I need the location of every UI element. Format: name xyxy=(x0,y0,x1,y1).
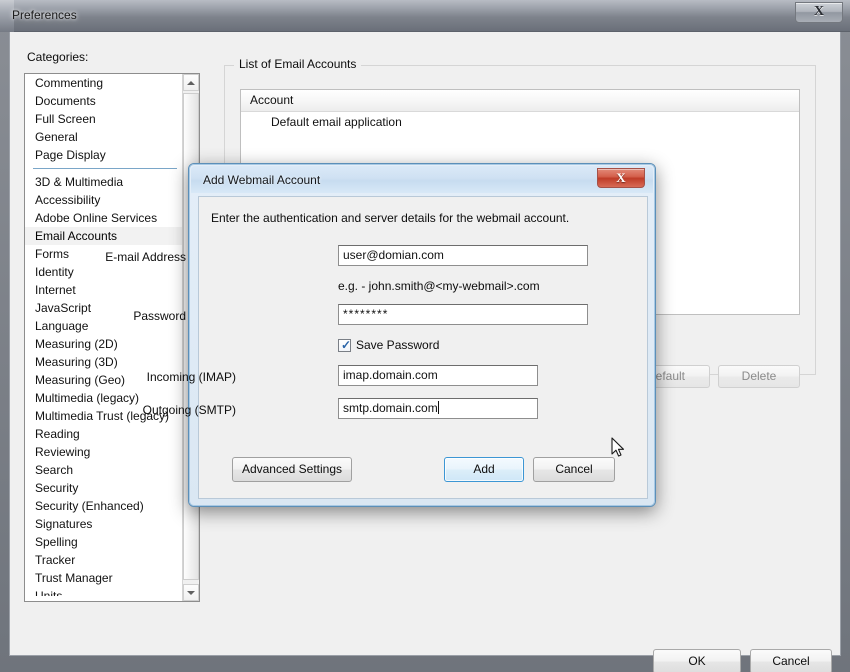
close-icon: X xyxy=(616,170,626,185)
save-password-checkbox[interactable]: ✓ xyxy=(338,338,352,352)
column-header-account: Account xyxy=(250,93,294,107)
outgoing-smtp-label: Outgoing (SMTP) xyxy=(142,403,236,417)
delete-account-button[interactable]: Delete xyxy=(718,365,800,388)
category-item[interactable]: Signatures xyxy=(25,515,183,533)
categories-listbox[interactable]: Commenting Documents Full Screen General… xyxy=(24,73,200,602)
category-item[interactable]: 3D & Multimedia xyxy=(25,173,183,191)
chevron-down-icon xyxy=(187,590,195,595)
close-icon: X xyxy=(813,4,825,19)
category-item[interactable]: Search xyxy=(25,461,183,479)
dialog-close-button[interactable]: X xyxy=(597,168,645,188)
email-format-hint: e.g. - john.smith@<my-webmail>.com xyxy=(338,279,540,293)
category-item[interactable]: Full Screen xyxy=(25,110,183,128)
categories-label: Categories: xyxy=(27,50,89,64)
advanced-settings-button[interactable]: Advanced Settings xyxy=(232,457,352,482)
table-row[interactable]: Default email application xyxy=(241,112,799,132)
dialog-cancel-button[interactable]: Cancel xyxy=(533,457,615,482)
window-title: Preferences xyxy=(12,8,77,22)
category-item[interactable]: Identity xyxy=(25,263,183,281)
category-item[interactable]: Trust Manager xyxy=(25,569,183,587)
email-address-label: E-mail Address xyxy=(105,250,186,264)
outgoing-smtp-value: smtp.domain.com xyxy=(343,401,438,415)
text-caret xyxy=(437,401,439,414)
category-item[interactable]: Measuring (2D) xyxy=(25,335,183,353)
category-item[interactable]: Security (Enhanced) xyxy=(25,497,183,515)
category-item[interactable]: Security xyxy=(25,479,183,497)
outgoing-smtp-field[interactable]: smtp.domain.com xyxy=(338,398,538,419)
window-close-button[interactable]: X xyxy=(795,2,843,23)
password-label: Password xyxy=(133,309,186,323)
table-header-row: Account xyxy=(241,90,799,112)
dialog-title: Add Webmail Account xyxy=(203,173,321,187)
chevron-up-icon xyxy=(187,80,195,85)
category-item[interactable]: Internet xyxy=(25,281,183,299)
dialog-instruction-text: Enter the authentication and server deta… xyxy=(211,211,570,225)
category-item[interactable]: Page Display xyxy=(25,146,183,164)
category-item[interactable]: Documents xyxy=(25,92,183,110)
save-password-label: Save Password xyxy=(356,338,440,352)
category-item[interactable]: Adobe Online Services xyxy=(25,209,183,227)
dialog-titlebar[interactable]: Add Webmail Account X xyxy=(191,166,653,193)
ok-button[interactable]: OK xyxy=(653,649,741,672)
category-item[interactable]: Accessibility xyxy=(25,191,183,209)
scroll-down-button[interactable] xyxy=(183,584,199,601)
sidebar-item-email-accounts[interactable]: Email Accounts xyxy=(25,227,183,245)
cancel-button[interactable]: Cancel xyxy=(750,649,832,672)
category-item[interactable]: Reviewing xyxy=(25,443,183,461)
category-item[interactable]: Measuring (3D) xyxy=(25,353,183,371)
category-item[interactable]: Spelling xyxy=(25,533,183,551)
categories-items: Commenting Documents Full Screen General… xyxy=(25,74,183,596)
checkmark-icon: ✓ xyxy=(341,338,352,352)
email-accounts-group-title: List of Email Accounts xyxy=(234,57,362,71)
email-address-field[interactable]: user@domian.com xyxy=(338,245,588,266)
incoming-imap-label: Incoming (IMAP) xyxy=(146,370,236,384)
category-item[interactable]: Tracker xyxy=(25,551,183,569)
add-button[interactable]: Add xyxy=(444,457,524,482)
preferences-titlebar[interactable]: Preferences X xyxy=(0,0,850,32)
password-field[interactable]: ******** xyxy=(338,304,588,325)
categories-separator xyxy=(25,164,183,173)
category-item[interactable]: Reading xyxy=(25,425,183,443)
incoming-imap-field[interactable]: imap.domain.com xyxy=(338,365,538,386)
category-item[interactable]: General xyxy=(25,128,183,146)
scroll-up-button[interactable] xyxy=(183,74,199,91)
desktop-background: Preferences X Categories: Commenting Doc… xyxy=(0,0,850,672)
category-item-clipped[interactable]: Units xyxy=(25,587,183,596)
category-item[interactable]: Commenting xyxy=(25,74,183,92)
